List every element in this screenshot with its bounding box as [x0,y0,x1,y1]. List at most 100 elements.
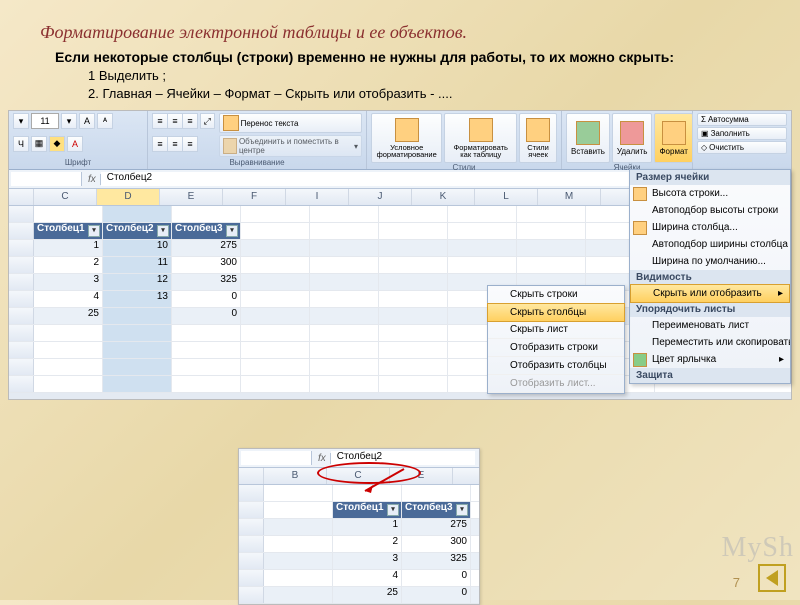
fdd-section-vis: Видимость [630,270,790,285]
font-size-box[interactable]: 11 [31,113,59,129]
step-2: 2. Главная – Ячейки – Формат – Скрыть ил… [88,85,800,103]
ribbon-align-group: ≡≡≡ ≡≡≡ ⤢ Перенос текста Объединить и по… [148,111,367,169]
grow-font[interactable]: A [79,113,95,129]
styles-group-label: Стили [371,163,557,172]
nav-back-button[interactable] [758,564,786,592]
filter-icon[interactable]: ▾ [88,225,100,237]
cmi-show-rows[interactable]: Отобразить строки [488,339,624,357]
wrap-text-btn[interactable]: Перенос текста [219,113,362,133]
row-height-icon [633,187,647,201]
fx-label-small: fx [314,453,331,464]
align-bl[interactable]: ≡ [152,136,168,152]
fdd-section-org: Упорядочить листы [630,302,790,317]
fdd-section-size: Размер ячейки [630,170,790,185]
align-tr[interactable]: ≡ [182,113,198,129]
col-C[interactable]: C [34,189,97,205]
steps: 1 Выделить ; 2. Главная – Ячейки – Форма… [0,67,800,106]
table-header-2[interactable]: Столбец2▾ [103,223,172,239]
fdd-autofit-col[interactable]: Автоподбор ширины столбца [630,236,790,253]
clear-btn[interactable]: ◇ Очистить [697,141,787,154]
font-size-down[interactable]: ▾ [61,113,77,129]
col-D[interactable]: D [97,189,160,205]
step-1: 1 Выделить ; [88,67,800,85]
align-tc[interactable]: ≡ [167,113,183,129]
col-M[interactable]: M [538,189,601,205]
select-all-corner[interactable] [9,189,34,205]
table-header-s2[interactable]: Столбец3▾ [402,502,471,518]
fdd-default-width[interactable]: Ширина по умолчанию... [630,253,790,270]
cmi-hide-cols[interactable]: Скрыть столбцы [487,303,625,322]
fdd-hide-unhide[interactable]: Скрыть или отобразить ▸ [630,284,790,303]
fill-color-btn[interactable]: ◆ [49,136,65,152]
row-hdr[interactable] [9,206,34,222]
orientation-btn[interactable]: ⤢ [200,113,215,129]
font-dropdown[interactable]: ▾ [13,113,29,129]
name-box-small[interactable] [241,451,312,465]
align-br[interactable]: ≡ [182,136,198,152]
col-F[interactable]: F [223,189,286,205]
conditional-format-btn[interactable]: Условное форматирование [371,113,442,163]
fdd-col-width[interactable]: Ширина столбца... [630,219,790,236]
intro-text: Если некоторые столбцы (строки) временно… [0,49,800,67]
filter-icon[interactable]: ▾ [387,504,399,516]
format-btn[interactable]: Формат [654,113,692,163]
fdd-row-height[interactable]: Высота строки... [630,185,790,202]
fdd-move-sheet[interactable]: Переместить или скопировать л [630,334,790,351]
col-J[interactable]: J [349,189,412,205]
format-table-btn[interactable]: Форматировать как таблицу [444,113,517,163]
delete-icon [620,121,644,145]
wrap-icon [223,115,239,131]
fx-label: fx [84,174,101,185]
ribbon-edit-group: Σ Автосумма ▣ Заполнить ◇ Очистить [693,111,791,169]
name-box[interactable] [11,172,82,186]
col-width-icon [633,221,647,235]
col-I[interactable]: I [286,189,349,205]
align-tl[interactable]: ≡ [152,113,168,129]
merge-icon [223,138,237,154]
cmi-show-sheet[interactable]: Отобразить лист... [488,375,624,393]
shrink-font[interactable]: ᴬ [97,113,113,129]
tab-color-icon [633,353,647,367]
filter-icon[interactable]: ▾ [226,225,238,237]
hide-unhide-submenu: Скрыть строки Скрыть столбцы Скрыть лист… [487,285,625,394]
font-color-btn[interactable]: A [67,136,83,152]
table-header-s1[interactable]: Столбец1▾ [333,502,402,518]
fdd-rename-sheet[interactable]: Переименовать лист [630,317,790,334]
cmi-hide-rows[interactable]: Скрыть строки [488,286,624,304]
fdd-tab-color[interactable]: Цвет ярлычка ▸ [630,351,790,368]
ribbon: ▾ 11 ▾ A ᴬ Ч ▦ ◆ A Шрифт ≡≡≡ ≡≡≡ ⤢ [9,111,791,170]
ribbon-cells-group: Вставить Удалить Формат Ячейки [562,111,693,169]
table-header-3[interactable]: Столбец3▾ [172,223,241,239]
fdd-section-protect: Защита [630,368,790,383]
format-dropdown-menu: Размер ячейки Высота строки... Автоподбо… [629,169,791,384]
cell-styles-icon [526,118,550,142]
cmi-hide-sheet[interactable]: Скрыть лист [488,321,624,339]
autosum-btn[interactable]: Σ Автосумма [697,113,787,126]
fill-btn[interactable]: ▣ Заполнить [697,127,787,140]
arrow-annotation [359,467,409,497]
page-number: 7 [733,575,740,590]
format-icon [662,121,686,145]
fdd-autofit-row[interactable]: Автоподбор высоты строки [630,202,790,219]
cell-styles-btn[interactable]: Стили ячеек [519,113,557,163]
cond-format-icon [395,118,419,142]
col-K[interactable]: K [412,189,475,205]
insert-icon [576,121,600,145]
align-bc[interactable]: ≡ [167,136,183,152]
watermark: MySh [722,532,794,564]
slide-title: Форматирование электронной таблицы и ее … [0,0,800,49]
cmi-show-cols[interactable]: Отобразить столбцы [488,357,624,375]
insert-btn[interactable]: Вставить [566,113,610,163]
filter-icon[interactable]: ▾ [456,504,468,516]
merge-btn[interactable]: Объединить и поместить в центре▾ [219,135,362,157]
font-group-label: Шрифт [13,158,143,167]
table-header-1[interactable]: Столбец1▾ [34,223,103,239]
delete-btn[interactable]: Удалить [612,113,653,163]
border-btn[interactable]: ▦ [31,136,47,152]
col-E[interactable]: E [160,189,223,205]
excel-screenshot-main: ▾ 11 ▾ A ᴬ Ч ▦ ◆ A Шрифт ≡≡≡ ≡≡≡ ⤢ [8,110,792,400]
underline-btn[interactable]: Ч [13,136,29,152]
row-hdr[interactable] [9,223,34,239]
col-L[interactable]: L [475,189,538,205]
filter-icon[interactable]: ▾ [157,225,169,237]
